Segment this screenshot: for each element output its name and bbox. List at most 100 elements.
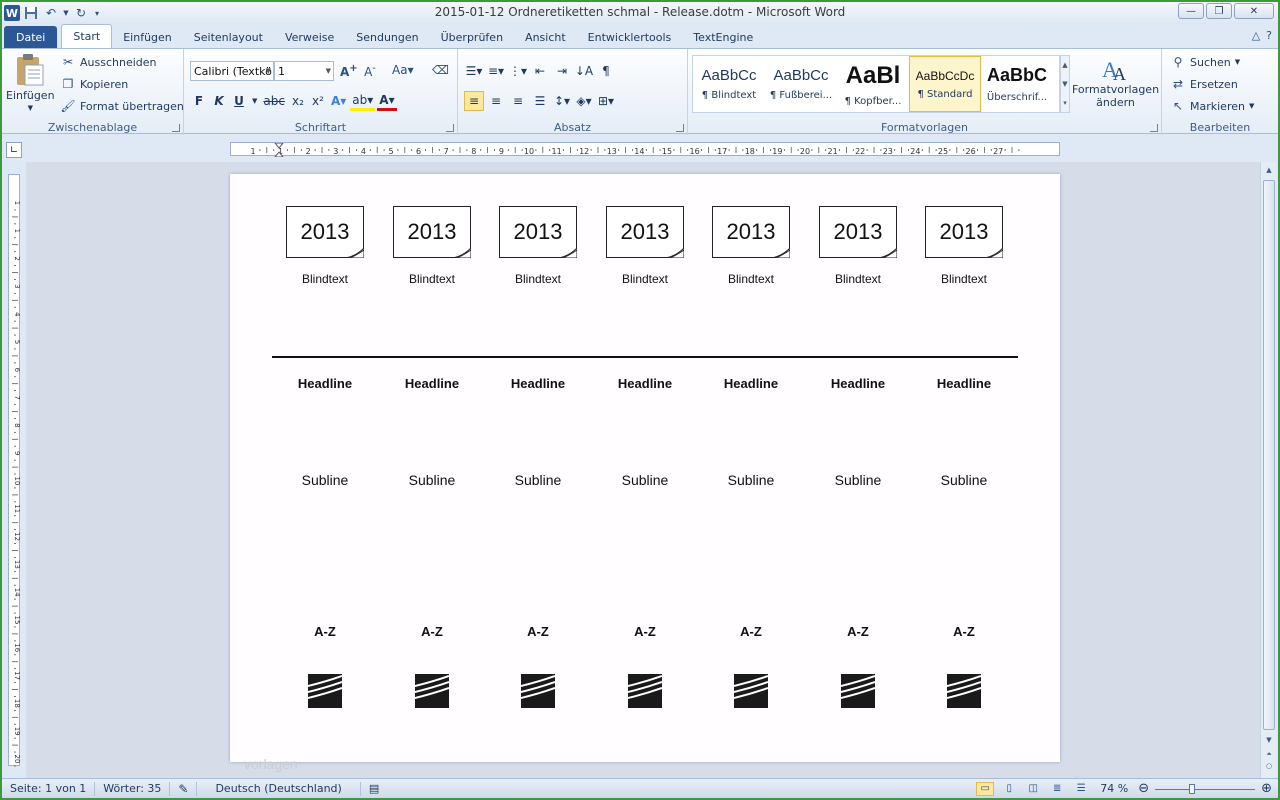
- tab-mailings[interactable]: Sendungen: [345, 26, 429, 48]
- tab-developer[interactable]: Entwicklertools: [577, 26, 683, 48]
- az-label[interactable]: A-Z: [498, 624, 578, 639]
- decrease-indent-icon[interactable]: ⇤: [530, 61, 550, 81]
- zoom-out-icon[interactable]: ⊖: [1138, 781, 1149, 796]
- blindtext-label[interactable]: Blindtext: [285, 272, 365, 286]
- minimize-ribbon-icon[interactable]: △: [1252, 29, 1260, 42]
- web-layout-view-icon[interactable]: ◫: [1024, 782, 1042, 796]
- underline-dropdown-icon[interactable]: ▼: [250, 91, 259, 111]
- tab-references[interactable]: Verweise: [274, 26, 345, 48]
- horizontal-ruler[interactable]: 1 1 2 3 4 5 6 7 8 9 10 11 12 13 14 15 16 17 18 19 20 21 22 23 24…: [230, 142, 1060, 157]
- subscript-icon[interactable]: x₂: [289, 91, 307, 111]
- borders-icon[interactable]: ⊞▾: [596, 91, 616, 111]
- close-button[interactable]: ✕: [1234, 3, 1274, 19]
- print-layout-view-icon[interactable]: ▭: [976, 781, 995, 796]
- scroll-up-icon[interactable]: ▲: [1263, 164, 1275, 176]
- shrink-font-button[interactable]: A-: [362, 63, 378, 79]
- highlight-icon[interactable]: ab▾: [350, 91, 376, 111]
- headline-label[interactable]: Headline: [924, 376, 1004, 391]
- gallery-more-icon[interactable]: ▾: [1063, 99, 1067, 107]
- browse-object-icon[interactable]: ○: [1263, 760, 1275, 772]
- scroll-thumb[interactable]: [1263, 180, 1275, 730]
- headline-label[interactable]: Headline: [605, 376, 685, 391]
- tab-review[interactable]: Überprüfen: [430, 26, 514, 48]
- full-screen-view-icon[interactable]: ▯: [1000, 782, 1018, 796]
- az-label[interactable]: A-Z: [818, 624, 898, 639]
- font-launcher-icon[interactable]: [446, 124, 454, 132]
- numbering-icon[interactable]: ≡▾: [486, 61, 506, 81]
- align-left-icon[interactable]: ≡: [464, 91, 484, 111]
- tab-start[interactable]: Start: [61, 24, 113, 48]
- bullets-icon[interactable]: ☰▾: [464, 61, 484, 81]
- year-box[interactable]: 2013: [606, 206, 684, 258]
- justify-icon[interactable]: ☰: [530, 91, 550, 111]
- gallery-up-icon[interactable]: ▲: [1062, 61, 1067, 69]
- az-label[interactable]: A-Z: [605, 624, 685, 639]
- document-page[interactable]: vorlagen 2013 Blindtext Headline Subline A-Z…: [230, 174, 1060, 772]
- blindtext-label[interactable]: Blindtext: [605, 272, 685, 286]
- bold-icon[interactable]: F: [190, 91, 208, 111]
- tab-textengine[interactable]: TextEngine: [682, 26, 764, 48]
- clear-formatting-button[interactable]: ⌫: [432, 63, 449, 77]
- az-label[interactable]: A-Z: [285, 624, 365, 639]
- year-box[interactable]: 2013: [393, 206, 471, 258]
- year-box[interactable]: 2013: [712, 206, 790, 258]
- scroll-down-icon[interactable]: ▼: [1263, 734, 1275, 746]
- subline-label[interactable]: Subline: [392, 472, 472, 488]
- style-fussbereich[interactable]: AaBbCc ¶ Fußberei...: [765, 56, 837, 112]
- blindtext-label[interactable]: Blindtext: [818, 272, 898, 286]
- headline-label[interactable]: Headline: [498, 376, 578, 391]
- zoom-slider[interactable]: [1155, 782, 1256, 796]
- tab-view[interactable]: Ansicht: [514, 26, 577, 48]
- undo-dropdown-icon[interactable]: ▼: [62, 4, 70, 22]
- subline-label[interactable]: Subline: [498, 472, 578, 488]
- az-label[interactable]: A-Z: [392, 624, 472, 639]
- align-center-icon[interactable]: ≡: [486, 91, 506, 111]
- clipboard-launcher-icon[interactable]: [172, 124, 180, 132]
- tab-insert[interactable]: Einfügen: [112, 26, 183, 48]
- language-indicator[interactable]: Deutsch (Deutschland): [197, 781, 361, 796]
- select-button[interactable]: ↖ Markieren ▼: [1170, 99, 1254, 113]
- subline-label[interactable]: Subline: [711, 472, 791, 488]
- az-label[interactable]: A-Z: [924, 624, 1004, 639]
- font-color-icon[interactable]: A▾: [377, 91, 397, 111]
- paste-button[interactable]: Einfügen ▼: [6, 53, 55, 112]
- font-name-combo[interactable]: Calibri (Textkö ▼: [190, 61, 274, 81]
- draft-view-icon[interactable]: ☰: [1072, 782, 1090, 796]
- year-box[interactable]: 2013: [819, 206, 897, 258]
- underline-icon[interactable]: U: [230, 91, 248, 111]
- subline-label[interactable]: Subline: [818, 472, 898, 488]
- change-case-button[interactable]: Aa▾: [392, 63, 414, 77]
- vertical-ruler[interactable]: 1 1 2 3 4 5 6 7 8 9 10 11 12 13 14 15 16 17 18 19 20: [8, 174, 21, 781]
- font-size-combo[interactable]: 1 ▼: [274, 61, 334, 81]
- subline-label[interactable]: Subline: [924, 472, 1004, 488]
- increase-indent-icon[interactable]: ⇥: [552, 61, 572, 81]
- word-app-icon[interactable]: W: [4, 5, 20, 21]
- copy-button[interactable]: ❐ Kopieren: [60, 77, 129, 91]
- tab-file[interactable]: Datei: [4, 26, 58, 48]
- blindtext-label[interactable]: Blindtext: [392, 272, 472, 286]
- style-standard[interactable]: AaBbCcDc ¶ Standard: [909, 56, 981, 112]
- year-box[interactable]: 2013: [925, 206, 1003, 258]
- help-icon[interactable]: ?: [1266, 29, 1272, 42]
- find-button[interactable]: ⚲ Suchen ▼: [1170, 55, 1241, 69]
- zoom-in-icon[interactable]: ⊕: [1261, 781, 1272, 796]
- italic-icon[interactable]: K: [210, 91, 228, 111]
- year-box[interactable]: 2013: [499, 206, 577, 258]
- page-indicator[interactable]: Seite: 1 von 1: [2, 781, 96, 796]
- vertical-scrollbar[interactable]: ▲ ▼ ⏶ ○: [1260, 162, 1276, 778]
- blindtext-label[interactable]: Blindtext: [498, 272, 578, 286]
- headline-label[interactable]: Headline: [818, 376, 898, 391]
- year-box[interactable]: 2013: [286, 206, 364, 258]
- style-blindtext[interactable]: AaBbCc ¶ Blindtext: [693, 56, 765, 112]
- shading-icon[interactable]: ◈▾: [574, 91, 594, 111]
- strikethrough-icon[interactable]: abc: [261, 91, 287, 111]
- redo-icon[interactable]: ↻: [72, 4, 90, 22]
- proofing-icon[interactable]: ✎: [170, 781, 198, 796]
- blindtext-label[interactable]: Blindtext: [711, 272, 791, 286]
- headline-label[interactable]: Headline: [285, 376, 365, 391]
- format-painter-button[interactable]: 🖌 Format übertragen: [60, 99, 183, 113]
- show-formatting-marks-icon[interactable]: ¶: [596, 61, 616, 81]
- minimize-button[interactable]: —: [1178, 3, 1204, 19]
- zoom-level[interactable]: 74 %: [1096, 782, 1132, 795]
- save-icon[interactable]: [22, 4, 40, 22]
